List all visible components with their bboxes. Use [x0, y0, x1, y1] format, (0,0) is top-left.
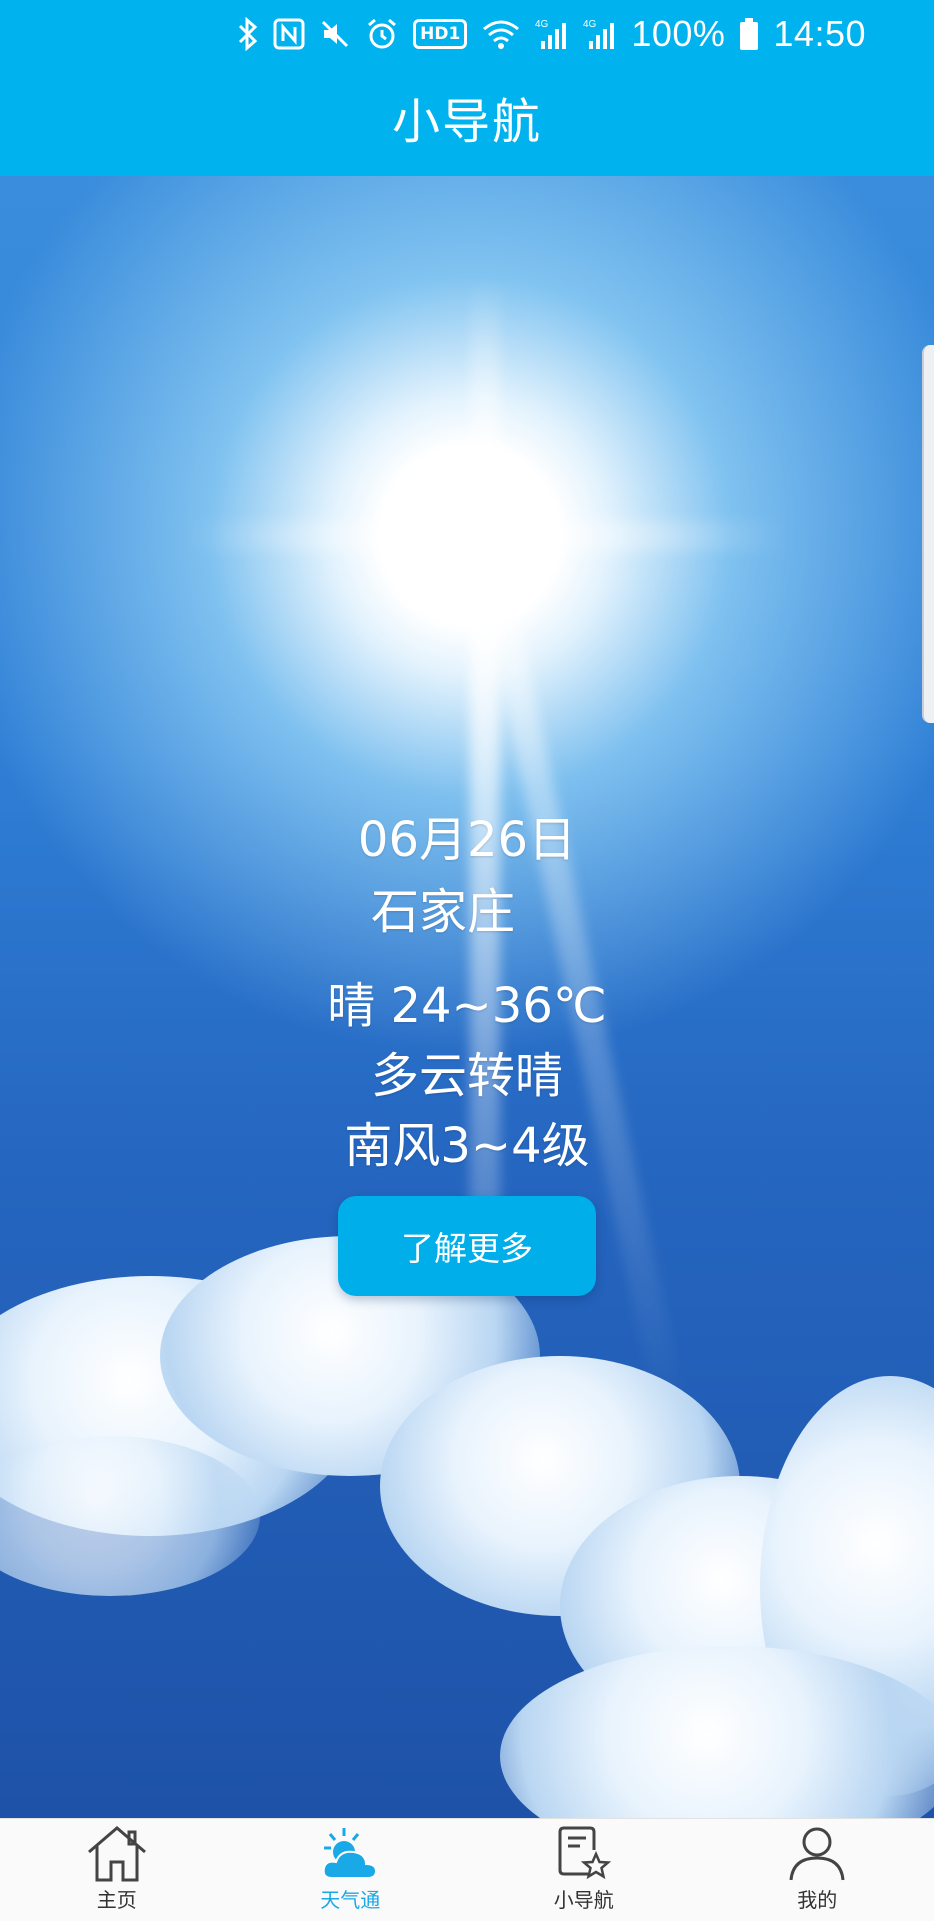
nav-item-weather[interactable]: 天气通	[234, 1819, 468, 1921]
weather-temperature: 晴 24~36℃	[0, 966, 934, 1036]
cloud	[500, 1646, 934, 1818]
nav-item-home[interactable]: 主页	[0, 1819, 234, 1921]
nav-label-home: 主页	[97, 1884, 137, 1913]
sun-ray	[485, 521, 785, 551]
nfc-icon	[273, 18, 305, 50]
favorites-list-icon	[552, 1824, 616, 1882]
weather-wind: 南风3~4级	[0, 1106, 934, 1176]
weather-icon	[318, 1824, 382, 1882]
edge-panel-handle[interactable]	[922, 345, 934, 723]
profile-icon	[785, 1824, 849, 1882]
signal-4g-icon: 4G	[535, 17, 569, 51]
signal-4g-icon: 4G	[583, 17, 617, 51]
alarm-icon	[365, 17, 399, 51]
battery-icon	[739, 17, 759, 51]
bluetooth-icon	[237, 17, 259, 51]
hd-icon: HD1	[413, 19, 467, 49]
svg-text:4G: 4G	[583, 19, 597, 30]
clock: 14:50	[773, 13, 866, 55]
nav-item-navigation[interactable]: 小导航	[467, 1819, 701, 1921]
weather-condition: 多云转晴	[0, 1036, 934, 1106]
weather-date: 06月26日	[0, 800, 934, 870]
app-bar: HD1 4G 4G 100% 14:50 小导航	[0, 0, 934, 176]
sun-ray	[185, 521, 485, 551]
sun-ray	[470, 276, 500, 536]
nav-label-navigation: 小导航	[554, 1884, 614, 1913]
learn-more-button[interactable]: 了解更多	[338, 1196, 596, 1296]
bottom-nav: 主页 天气通 小导航	[0, 1818, 934, 1921]
page-title: 小导航	[0, 82, 934, 152]
wifi-icon	[481, 18, 521, 50]
mute-icon	[319, 18, 351, 50]
nav-label-weather: 天气通	[320, 1884, 380, 1913]
nav-label-profile: 我的	[797, 1884, 837, 1913]
status-bar: HD1 4G 4G 100% 14:50	[237, 12, 866, 56]
weather-city: 石家庄	[0, 872, 910, 942]
svg-text:4G: 4G	[535, 19, 549, 30]
nav-item-profile[interactable]: 我的	[701, 1819, 934, 1921]
home-icon	[85, 1824, 149, 1882]
battery-percent: 100%	[631, 13, 725, 55]
